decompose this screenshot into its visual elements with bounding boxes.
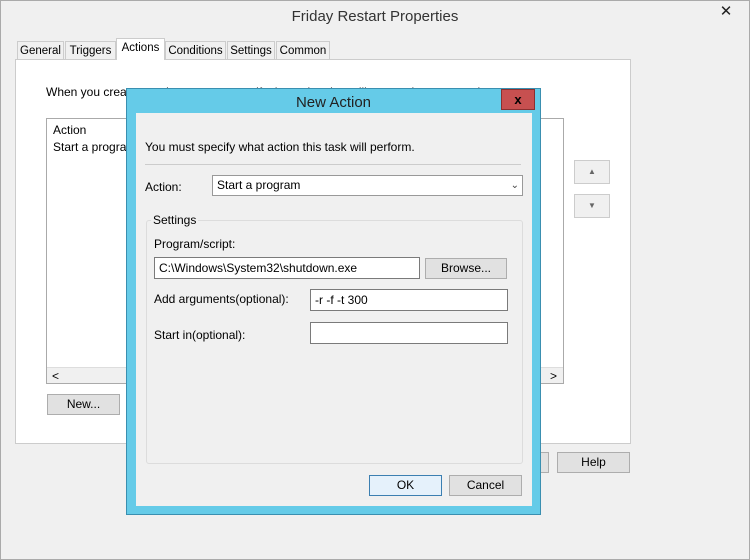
- column-header-action[interactable]: Action: [53, 123, 86, 137]
- action-label: Action:: [145, 180, 182, 194]
- tab-triggers[interactable]: Triggers: [65, 41, 116, 60]
- move-down-button[interactable]: ▼: [574, 194, 610, 218]
- close-icon[interactable]: ✕: [712, 1, 740, 23]
- program-input[interactable]: C:\Windows\System32\shutdown.exe: [154, 257, 420, 279]
- tab-actions[interactable]: Actions: [116, 38, 165, 60]
- window-title: Friday Restart Properties: [291, 8, 459, 25]
- dialog-client: You must specify what action this task w…: [136, 113, 532, 506]
- dialog-title: New Action: [295, 94, 372, 111]
- args-label: Add arguments(optional):: [154, 292, 289, 306]
- chevron-down-icon: ⌄: [510, 180, 519, 191]
- instruction-text: You must specify what action this task w…: [145, 140, 415, 154]
- startin-label: Start in(optional):: [154, 328, 246, 342]
- tab-settings[interactable]: Settings: [227, 41, 275, 60]
- separator: [145, 164, 521, 165]
- new-action-dialog: New Action x You must specify what actio…: [126, 88, 541, 515]
- list-item[interactable]: Start a program: [53, 140, 136, 154]
- ok-button[interactable]: OK: [369, 475, 442, 496]
- startin-input[interactable]: [310, 322, 508, 344]
- move-up-button[interactable]: ▲: [574, 160, 610, 184]
- settings-group-label: Settings: [151, 213, 199, 227]
- new-button[interactable]: New...: [47, 394, 120, 415]
- browse-button[interactable]: Browse...: [425, 258, 507, 279]
- args-input[interactable]: -r -f -t 300: [310, 289, 508, 311]
- close-icon[interactable]: x: [501, 89, 535, 110]
- action-select[interactable]: Start a program ⌄: [212, 175, 523, 196]
- cancel-button[interactable]: Cancel: [449, 475, 522, 496]
- tab-general[interactable]: General: [17, 41, 64, 60]
- program-label: Program/script:: [154, 237, 236, 251]
- scroll-left-icon[interactable]: <: [52, 369, 59, 383]
- tab-conditions[interactable]: Conditions: [165, 41, 226, 60]
- tab-common[interactable]: Common: [276, 41, 330, 60]
- help-button[interactable]: Help: [557, 452, 630, 473]
- scroll-right-icon[interactable]: >: [550, 369, 557, 383]
- action-select-value: Start a program: [217, 178, 301, 192]
